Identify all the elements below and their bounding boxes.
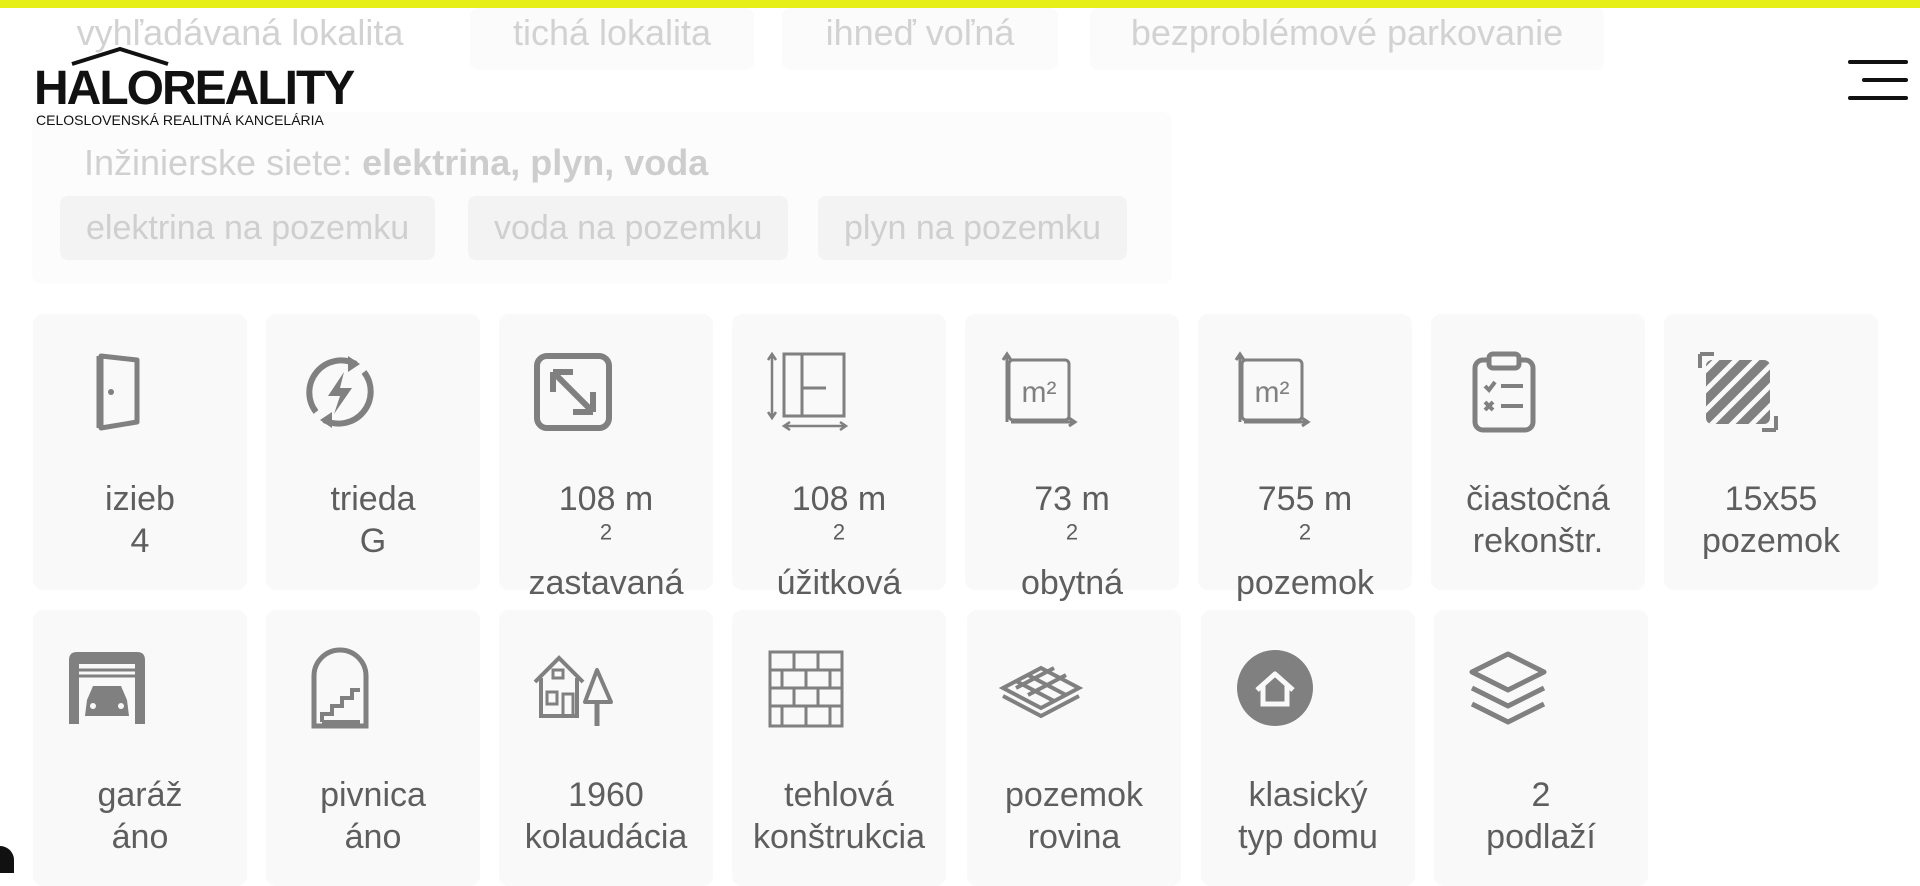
feature-label: čiastočná rekonštr. (1466, 480, 1610, 560)
checklist-icon (1472, 351, 1536, 433)
feature-card-condition: čiastočná rekonštr. (1431, 314, 1645, 590)
accent-top-bar (0, 0, 1920, 8)
feature-label: tehlová konštrukcia (753, 776, 925, 856)
feature-label: 108 m 2 úžitková (776, 480, 902, 602)
feature-card-floors: 2 podlaží (1434, 610, 1648, 886)
house-tree-icon (533, 655, 613, 726)
feature-label: pozemok rovina (1005, 776, 1143, 856)
tag-item: bezproblémové parkovanie (1090, 8, 1604, 70)
feature-card-year: 1960 kolaudácia (499, 610, 713, 886)
feature-label: 2 podlaží (1486, 776, 1596, 856)
menu-line (1848, 96, 1908, 100)
corner-decoration (0, 846, 14, 873)
svg-text:m²: m² (1022, 376, 1057, 409)
utilities-label: Inžinierske siete: (84, 142, 353, 183)
utility-tag: voda na pozemku (468, 196, 789, 260)
feature-card-cellar: pivnica áno (266, 610, 480, 886)
feature-label: 755 m 2 pozemok (1236, 480, 1374, 602)
hamburger-menu-button[interactable] (1848, 58, 1908, 104)
menu-line (1848, 60, 1908, 64)
site-logo[interactable]: HALOREALITY CELOSLOVENSKÁ REALITNÁ KANCE… (34, 46, 355, 132)
utilities-panel: Inžinierske siete: elektrina, plyn, voda… (32, 112, 1172, 284)
feature-card-plot-size: 15x55 pozemok (1664, 314, 1878, 590)
utility-tag: elektrina na pozemku (60, 196, 436, 260)
feature-card-energy: trieda G (266, 314, 480, 590)
tag-item: ihneď voľná (782, 8, 1058, 70)
feature-label: izieb 4 (105, 480, 175, 560)
menu-line (1862, 78, 1908, 82)
built-area-icon (534, 353, 612, 431)
svg-text:m²: m² (1255, 376, 1290, 409)
feature-label: klasický typ domu (1238, 776, 1378, 856)
feature-card-terrain: pozemok rovina (967, 610, 1181, 886)
brand-tagline: CELOSLOVENSKÁ REALITNÁ KANCELÁRIA (36, 112, 324, 128)
cellar-icon (311, 647, 369, 729)
utilities-value: elektrina, plyn, voda (362, 142, 709, 183)
feature-card-rooms: izieb 4 (33, 314, 247, 590)
house-circle-icon (1237, 650, 1313, 726)
plot-dimensions-icon (1698, 352, 1778, 432)
brick-wall-icon (768, 650, 844, 728)
feature-label: 73 m 2 obytná (1020, 480, 1124, 602)
utility-tag: plyn na pozemku (818, 196, 1128, 260)
feature-card-house-type: klasický typ domu (1201, 610, 1415, 886)
feature-label: 108 m 2 zastavaná (528, 480, 684, 602)
feature-label: 1960 kolaudácia (524, 776, 688, 856)
feature-card-living-area: m² 73 m 2 obytná (965, 314, 1179, 602)
feature-card-garage: garáž áno (33, 610, 247, 886)
feature-label: garáž áno (97, 776, 183, 856)
feature-card-usable-area: 108 m 2 úžitková (732, 314, 946, 602)
feature-label: pivnica áno (320, 776, 426, 856)
feature-label: trieda G (330, 480, 416, 560)
feature-card-construction: tehlová konštrukcia (732, 610, 946, 886)
utilities-line: Inžinierske siete: elektrina, plyn, voda (84, 142, 708, 184)
door-icon (96, 353, 140, 431)
feature-label: 15x55 pozemok (1702, 480, 1840, 560)
feature-card-built-area: 108 m 2 zastavaná (499, 314, 713, 602)
living-area-icon: m² (1001, 351, 1078, 428)
brand-name: HALOREALITY (34, 62, 355, 115)
flat-terrain-icon (999, 665, 1083, 719)
land-area-icon: m² (1234, 351, 1311, 428)
energy-class-icon (306, 356, 374, 428)
tag-item: tichá lokalita (470, 8, 754, 70)
feature-card-land-area: m² 755 m 2 pozemok (1198, 314, 1412, 602)
garage-icon (69, 652, 145, 724)
layers-icon (1469, 651, 1547, 725)
floor-plan-icon (766, 351, 848, 432)
